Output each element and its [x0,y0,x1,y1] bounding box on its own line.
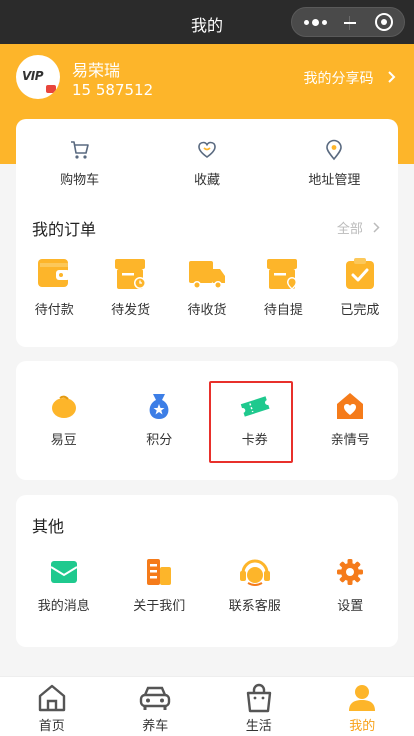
user-phone: 15 587512 [72,81,154,99]
message-icon [50,561,78,583]
order-completed-label: 已完成 [340,303,380,318]
assets-row: 易豆 积分 卡券 亲情号 [16,391,398,448]
quick-favorite-label: 收藏 [193,173,220,188]
assets-card: 易豆 积分 卡券 亲情号 [16,361,398,480]
quick-cart-label: 购物车 [60,173,100,188]
order-pending-receipt-label: 待收货 [187,303,227,318]
order-pending-shipment-label: 待发货 [111,303,151,318]
order-pending-shipment[interactable]: 待发货 [92,257,168,318]
location-icon [326,139,343,161]
order-status-row: 待付款 待发货 待收货 待自提 已完成 [16,257,398,318]
other-settings-label: 设置 [337,599,364,614]
tab-life-label: 生活 [245,719,272,734]
minimize-icon[interactable] [344,22,356,24]
share-code-link[interactable]: 我的分享码 [304,68,396,88]
wallet-icon [38,259,71,287]
asset-points-label: 积分 [146,433,173,448]
other-card: 其他 我的消息 关于我们 联系客服 设置 [16,495,398,647]
headset-icon [239,559,270,586]
close-icon[interactable] [375,13,393,31]
tab-home[interactable]: 首页 [0,677,104,736]
tab-life[interactable]: 生活 [207,677,311,736]
orders-all-link[interactable]: 全部 [337,218,380,237]
other-about[interactable]: 关于我们 [112,557,208,614]
other-customer-service-label: 联系客服 [228,599,281,614]
tab-home-label: 首页 [38,719,65,734]
avatar-badge-icon [46,85,56,93]
user-name: 易荣瑞 [72,61,121,80]
order-pending-payment[interactable]: 待付款 [16,257,92,318]
asset-beans-label: 易豆 [50,433,77,448]
home-icon [38,684,65,712]
orders-all-label: 全部 [336,222,363,237]
box-clock-icon [114,259,146,289]
other-row: 我的消息 关于我们 联系客服 设置 [16,557,398,614]
bag-icon [246,683,271,713]
clipboard-check-icon [345,258,374,289]
other-messages-label: 我的消息 [37,599,90,614]
title-bar: 我的 [0,0,414,44]
other-messages[interactable]: 我的消息 [16,557,112,614]
pickup-icon [267,259,298,290]
asset-family-label: 亲情号 [330,433,370,448]
quick-links: 购物车 收藏 地址管理 [16,139,398,188]
asset-beans[interactable]: 易豆 [16,391,112,448]
bottom-tab-bar: 首页 养车 生活 我的 [0,676,414,736]
tab-car-care[interactable]: 养车 [104,677,208,736]
coupons-highlight-box [209,381,293,463]
cart-icon [70,141,89,159]
heart-icon [198,141,216,158]
building-icon [147,559,172,585]
quick-favorite[interactable]: 收藏 [143,139,270,188]
gear-icon [337,559,364,585]
chevron-right-icon [373,222,380,233]
asset-points[interactable]: 积分 [112,391,208,448]
family-home-icon [337,393,364,419]
other-title: 其他 [32,517,65,536]
tab-car-care-label: 养车 [142,719,169,734]
truck-icon [189,261,226,289]
order-self-pickup[interactable]: 待自提 [245,257,321,318]
bean-icon [51,395,76,418]
other-settings[interactable]: 设置 [303,557,399,614]
points-bag-icon [149,394,169,419]
other-about-label: 关于我们 [133,599,186,614]
order-completed[interactable]: 已完成 [322,257,398,318]
car-icon [140,686,171,710]
tab-mine[interactable]: 我的 [311,677,414,736]
avatar-vip-text: VIP [22,69,44,83]
order-pending-receipt[interactable]: 待收货 [169,257,245,318]
chevron-right-icon [384,71,396,87]
more-icon[interactable] [304,19,334,26]
tab-mine-label: 我的 [349,719,376,734]
order-self-pickup-label: 待自提 [263,303,303,318]
other-customer-service[interactable]: 联系客服 [207,557,303,614]
order-pending-payment-label: 待付款 [34,303,74,318]
share-code-label: 我的分享码 [303,71,374,87]
avatar[interactable]: VIP [16,55,60,99]
quick-address-label: 地址管理 [308,173,361,188]
orders-title: 我的订单 [32,220,97,239]
user-icon [349,685,376,711]
miniprogram-capsule [291,7,405,37]
asset-family[interactable]: 亲情号 [303,391,399,448]
orders-card: 购物车 收藏 地址管理 我的订单 全部 待付款 待发货 待收货 待自提 已完成 [16,119,398,347]
quick-cart[interactable]: 购物车 [16,139,143,188]
quick-address[interactable]: 地址管理 [271,139,398,188]
